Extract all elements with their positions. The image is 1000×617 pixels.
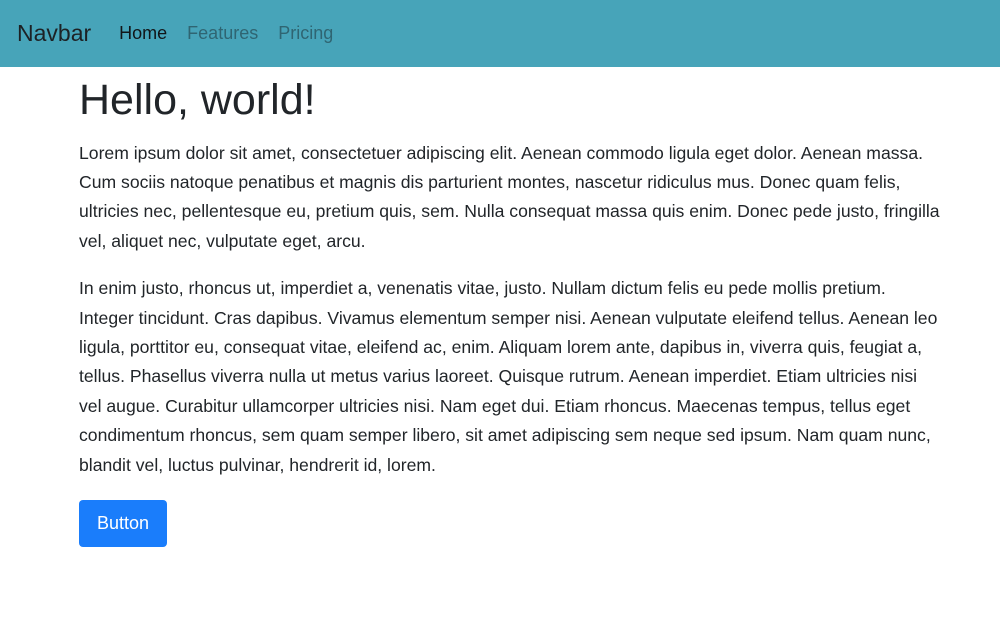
nav-link-features[interactable]: Features — [187, 23, 258, 44]
nav-link-pricing[interactable]: Pricing — [278, 23, 333, 44]
paragraph-intro: Lorem ipsum dolor sit amet, consectetuer… — [79, 142, 940, 251]
paragraph-body: In enim justo, rhoncus ut, imperdiet a, … — [79, 278, 938, 475]
navbar: Navbar Home Features Pricing — [0, 0, 1000, 67]
primary-button[interactable]: Button — [79, 500, 167, 548]
page-title: Hello, world! — [79, 76, 316, 124]
navbar-brand[interactable]: Navbar — [17, 20, 91, 47]
nav-link-home[interactable]: Home — [119, 23, 167, 44]
main-content: Hello, world! Lorem ipsum dolor sit amet… — [0, 67, 1000, 548]
nav-links: Home Features Pricing — [119, 23, 353, 44]
